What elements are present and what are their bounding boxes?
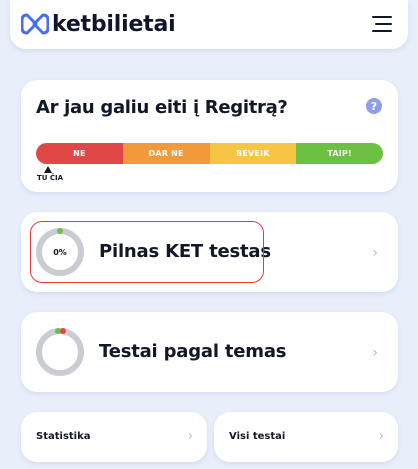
full-test-card[interactable]: 0% Pilnas KET testas ›: [21, 212, 398, 292]
statistics-title: Statistika: [36, 431, 91, 442]
chevron-right-icon: ›: [372, 245, 378, 261]
all-tests-title: Visi testai: [229, 431, 286, 442]
help-icon[interactable]: ?: [366, 98, 382, 114]
logo[interactable]: ketbilietai: [21, 11, 176, 37]
topics-test-card[interactable]: Testai pagal temas ›: [21, 312, 398, 392]
hamburger-menu-icon[interactable]: [371, 14, 393, 34]
position-marker: TU ČIA: [37, 166, 64, 182]
all-tests-card[interactable]: Visi testai ›: [214, 412, 398, 462]
logo-text: ketbilietai: [52, 11, 176, 37]
readiness-title: Ar jau galiu eiti į Regitrą?: [36, 97, 288, 118]
chevron-right-icon: ›: [378, 429, 384, 444]
marker-label: TU ČIA: [37, 174, 64, 182]
statistics-card[interactable]: Statistika ›: [21, 412, 207, 462]
scale-segment-beveik: BEVEIK: [209, 143, 297, 164]
progress-ring: [34, 326, 86, 378]
readiness-scale: NE DAR NE BEVEIK TAIP!: [36, 143, 383, 164]
app-header: ketbilietai: [10, 0, 408, 49]
scale-segment-taip: TAIP!: [296, 143, 383, 164]
readiness-card: Ar jau galiu eiti į Regitrą? ? NE DAR NE…: [21, 80, 398, 192]
logo-icon: [21, 13, 49, 35]
scale-segment-dar-ne: DAR NE: [122, 143, 210, 164]
highlight-outline: [30, 221, 264, 283]
topics-test-title: Testai pagal temas: [99, 341, 287, 362]
chevron-right-icon: ›: [372, 345, 378, 361]
scale-segment-ne: NE: [36, 143, 123, 164]
chevron-right-icon: ›: [187, 429, 193, 444]
marker-triangle-icon: [44, 166, 52, 173]
